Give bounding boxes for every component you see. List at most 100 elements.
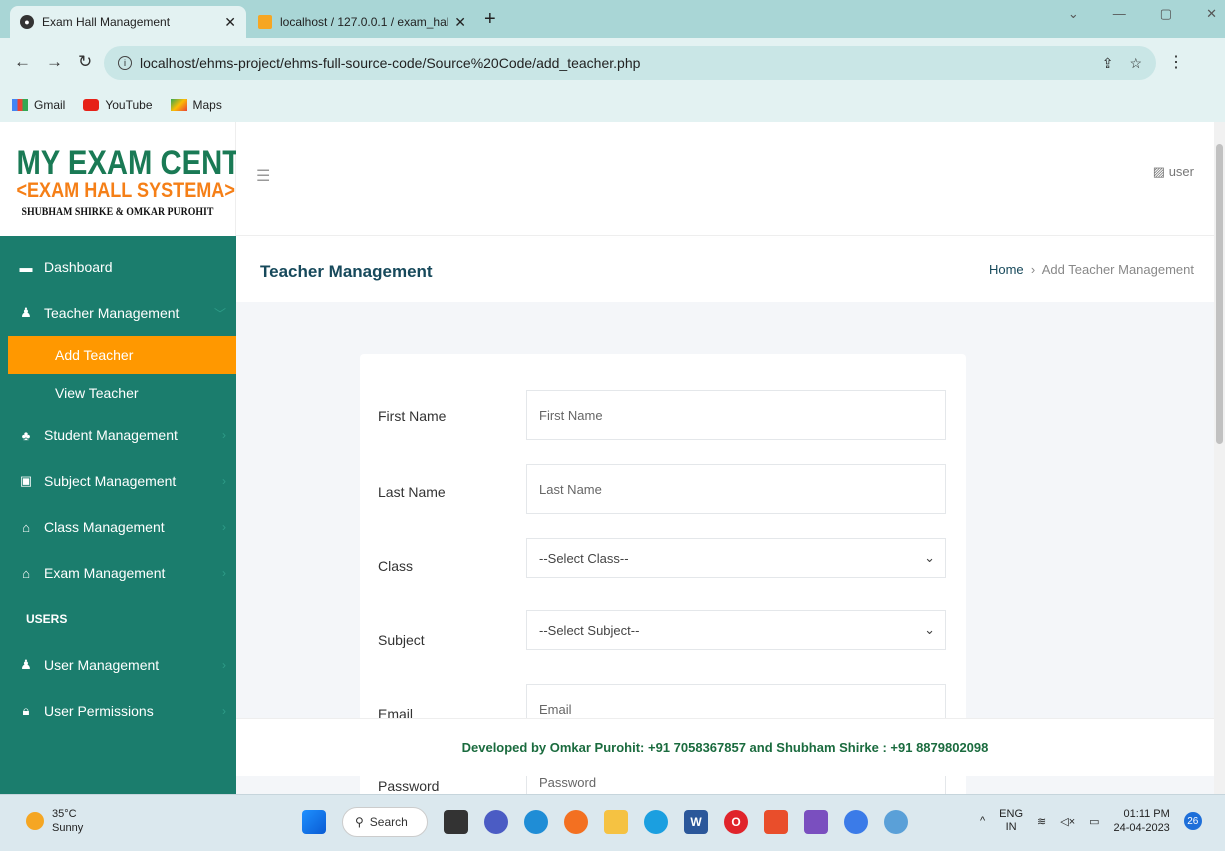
browser-icon[interactable] bbox=[644, 810, 668, 834]
brand-authors: SHUBHAM SHIRKE & OMKAR PUROHIT bbox=[21, 204, 214, 218]
breadcrumb: Home › Add Teacher Management bbox=[989, 262, 1194, 277]
breadcrumb-home[interactable]: Home bbox=[989, 262, 1024, 277]
restore-icon[interactable]: ▢ bbox=[1160, 6, 1172, 22]
search-icon: ⚲ bbox=[355, 815, 364, 829]
app-icon[interactable] bbox=[884, 810, 908, 834]
page-title: Teacher Management bbox=[260, 262, 433, 281]
xampp-icon[interactable] bbox=[764, 810, 788, 834]
wifi-icon[interactable]: ≋ bbox=[1037, 815, 1046, 828]
reload-icon[interactable]: ↻ bbox=[78, 52, 92, 72]
bookmark-maps[interactable]: Maps bbox=[170, 98, 222, 112]
omnibox-actions: ⇪ ☆ bbox=[1102, 55, 1142, 72]
weather-condition: Sunny bbox=[52, 822, 84, 834]
address-bar: ← → ↻ i localhost/ehms-project/ehms-full… bbox=[0, 38, 1225, 88]
page-header: Teacher Management Home › Add Teacher Ma… bbox=[236, 238, 1214, 302]
close-icon[interactable]: ✕ bbox=[224, 14, 236, 31]
minimize-icon[interactable]: — bbox=[1113, 6, 1126, 22]
menu-icon[interactable]: ⋮ bbox=[1168, 52, 1184, 72]
back-icon[interactable]: ← bbox=[14, 52, 31, 72]
url-text: localhost/ehms-project/ehms-full-source-… bbox=[140, 55, 641, 71]
chat-icon[interactable] bbox=[484, 810, 508, 834]
home-icon: ⌂ bbox=[22, 519, 30, 535]
first-name-row: First Name First Name bbox=[378, 390, 948, 440]
class-select[interactable]: --Select Class-- ⌄ bbox=[526, 538, 946, 578]
sidebar-item-student-management[interactable]: ♣ Student Management › bbox=[0, 412, 236, 458]
winrar-icon[interactable] bbox=[804, 810, 828, 834]
user-avatar[interactable]: ▨ user bbox=[1153, 164, 1194, 180]
chevron-down-icon: ⌄ bbox=[924, 622, 935, 637]
sidebar-item-exam-management[interactable]: ⌂ Exam Management › bbox=[0, 550, 236, 596]
chrome-icon[interactable] bbox=[844, 810, 868, 834]
phpmyadmin-icon bbox=[258, 15, 272, 29]
weather-widget[interactable]: 35°C Sunny bbox=[26, 807, 83, 835]
tab-title: localhost / 127.0.0.1 / exam_hall bbox=[280, 15, 449, 29]
maps-icon bbox=[170, 99, 187, 111]
password-label: Password bbox=[378, 778, 440, 794]
edge-icon[interactable] bbox=[524, 810, 548, 834]
sidebar-item-teacher-management[interactable]: ♟ Teacher Management ﹀ bbox=[0, 290, 236, 336]
chevron-right-icon: › bbox=[222, 520, 226, 534]
bookmark-youtube[interactable]: YouTube bbox=[83, 98, 153, 112]
breadcrumb-current: Add Teacher Management bbox=[1041, 262, 1194, 277]
chevron-down-icon[interactable]: ⌄ bbox=[1068, 6, 1079, 22]
subject-select[interactable]: --Select Subject-- ⌄ bbox=[526, 610, 946, 650]
bookmark-gmail[interactable]: Gmail bbox=[12, 98, 65, 112]
file-explorer-icon[interactable] bbox=[604, 810, 628, 834]
sidebar-subitem-view-teacher[interactable]: View Teacher bbox=[8, 374, 236, 412]
youtube-icon bbox=[83, 99, 100, 111]
chevron-down-icon: ﹀ bbox=[213, 306, 226, 321]
sidebar-item-user-management[interactable]: ♟ User Management › bbox=[0, 642, 236, 688]
volume-icon[interactable]: ◁× bbox=[1060, 815, 1075, 828]
language-indicator[interactable]: ENG IN bbox=[999, 808, 1023, 834]
plus-icon[interactable]: + bbox=[484, 8, 496, 31]
scroll-thumb[interactable] bbox=[1216, 144, 1223, 444]
gmail-icon bbox=[12, 99, 28, 111]
clock[interactable]: 01:11 PM 24-04-2023 bbox=[1114, 807, 1170, 835]
tab-exam-hall[interactable]: ● Exam Hall Management ✕ bbox=[10, 6, 246, 38]
sun-icon bbox=[26, 812, 44, 830]
tab-phpmyadmin[interactable]: localhost / 127.0.0.1 / exam_hall ✕ bbox=[248, 6, 476, 38]
info-icon[interactable]: i bbox=[118, 56, 132, 70]
close-window-icon[interactable]: ✕ bbox=[1206, 6, 1217, 22]
opera-icon[interactable]: O bbox=[724, 810, 748, 834]
chevron-right-icon: › bbox=[222, 704, 226, 718]
first-name-input[interactable]: First Name bbox=[526, 390, 946, 440]
word-icon[interactable]: W bbox=[684, 810, 708, 834]
firefox-icon[interactable] bbox=[564, 810, 588, 834]
star-icon[interactable]: ☆ bbox=[1129, 55, 1142, 72]
close-icon[interactable]: ✕ bbox=[454, 14, 466, 31]
chevron-up-icon[interactable]: ^ bbox=[980, 815, 985, 827]
sidebar-item-class-management[interactable]: ⌂ Class Management › bbox=[0, 504, 236, 550]
tab-bar: ● Exam Hall Management ✕ localhost / 127… bbox=[0, 0, 1225, 38]
battery-icon[interactable]: ▭ bbox=[1089, 815, 1099, 828]
first-name-label: First Name bbox=[378, 408, 447, 424]
last-name-input[interactable]: Last Name bbox=[526, 464, 946, 514]
top-header: ☰ ▨ user bbox=[236, 122, 1214, 236]
class-label: Class bbox=[378, 558, 414, 574]
temperature: 35°C bbox=[52, 808, 77, 820]
url-input[interactable]: i localhost/ehms-project/ehms-full-sourc… bbox=[104, 46, 1156, 80]
windows-start-icon[interactable] bbox=[302, 810, 326, 834]
chevron-right-icon: › bbox=[1027, 262, 1042, 277]
home-icon: ⌂ bbox=[22, 565, 30, 581]
globe-icon: ● bbox=[20, 15, 34, 29]
last-name-label: Last Name bbox=[378, 484, 446, 500]
window-controls: ⌄ — ▢ ✕ bbox=[1068, 6, 1217, 22]
sidebar-subitem-add-teacher[interactable]: Add Teacher bbox=[8, 336, 236, 374]
task-view-icon[interactable] bbox=[444, 810, 468, 834]
taskbar-search[interactable]: ⚲ Search bbox=[342, 807, 428, 837]
sidebar-item-user-permissions[interactable]: 🔒︎ User Permissions › bbox=[0, 688, 236, 734]
bookmarks-bar: Gmail YouTube Maps bbox=[0, 88, 1225, 122]
sidebar-item-dashboard[interactable]: ▬ Dashboard bbox=[0, 244, 236, 290]
page-footer: Developed by Omkar Purohit: +91 70583678… bbox=[236, 718, 1214, 776]
chevron-right-icon: › bbox=[222, 658, 226, 672]
brand-title: MY EXAM CENTER bbox=[16, 144, 281, 182]
share-icon[interactable]: ⇪ bbox=[1102, 55, 1114, 72]
subject-selected: --Select Subject-- bbox=[539, 622, 640, 638]
lock-icon: 🔒︎ bbox=[22, 703, 30, 718]
forward-icon[interactable]: → bbox=[46, 52, 63, 72]
page-scrollbar[interactable] bbox=[1214, 122, 1225, 794]
sidebar-item-subject-management[interactable]: ▣ Subject Management › bbox=[0, 458, 236, 504]
notification-badge[interactable]: 26 bbox=[1183, 812, 1202, 830]
hamburger-icon[interactable]: ☰ bbox=[256, 166, 270, 186]
